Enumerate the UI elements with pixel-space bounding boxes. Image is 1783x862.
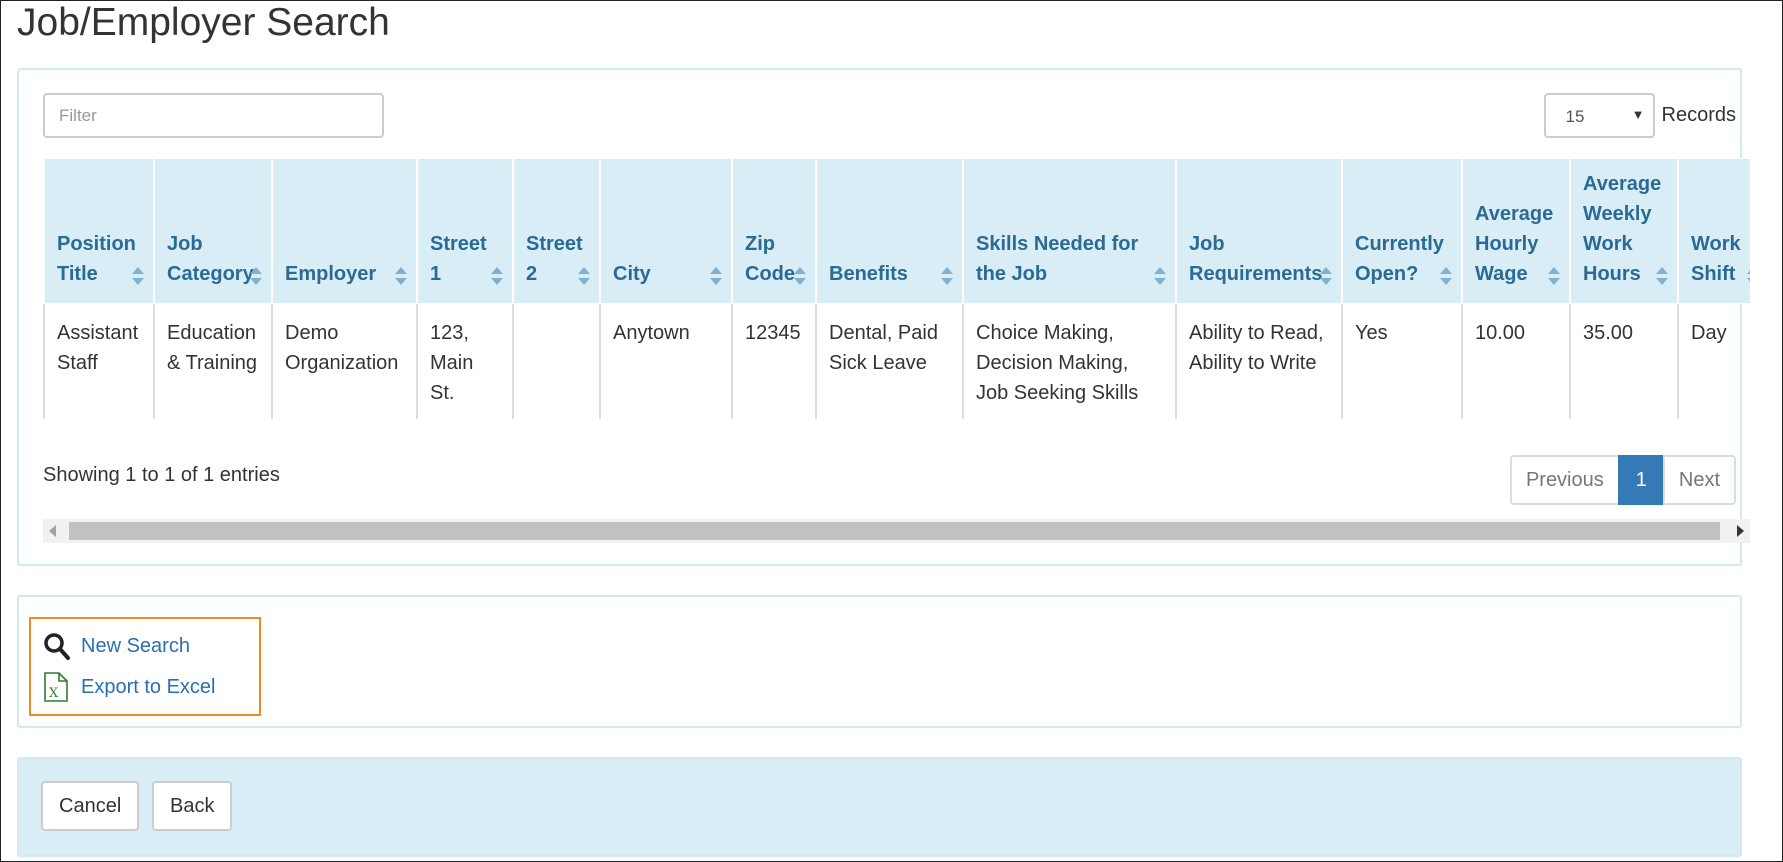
- excel-file-icon: X: [43, 672, 71, 702]
- table-header-row: Position Title Job Category Employer Str…: [43, 158, 1750, 304]
- column-header-average-weekly-work-hours[interactable]: Average Weekly Work Hours: [1569, 158, 1679, 304]
- chevron-down-icon: ▼: [1631, 107, 1645, 122]
- table-cell: Day: [1677, 303, 1750, 419]
- sort-icon: [794, 267, 806, 285]
- column-header-street-1[interactable]: Street 1: [416, 158, 514, 304]
- table-cell: [512, 303, 601, 419]
- table-cell: Assistant Staff: [43, 303, 155, 419]
- pagination: Previous 1 Next: [1509, 455, 1736, 505]
- column-header-zip-code[interactable]: Zip Code: [731, 158, 817, 304]
- sort-icon: [941, 267, 953, 285]
- sort-icon: [1746, 267, 1750, 285]
- table-cell: Yes: [1341, 303, 1463, 419]
- table-row: Assistant Staff Education & Training Dem…: [43, 303, 1750, 419]
- search-icon: [43, 631, 71, 661]
- new-search-label: New Search: [81, 634, 190, 657]
- sort-icon: [1656, 267, 1668, 285]
- sort-icon: [1320, 267, 1332, 285]
- table-cell: 12345: [731, 303, 817, 419]
- back-button[interactable]: Back: [152, 781, 233, 831]
- sort-icon: [1440, 267, 1452, 285]
- sort-icon: [710, 267, 722, 285]
- new-search-link[interactable]: New Search: [43, 631, 190, 661]
- column-header-city[interactable]: City: [599, 158, 733, 304]
- sort-icon: [132, 267, 144, 285]
- pagination-info: Showing 1 to 1 of 1 entries: [43, 464, 280, 486]
- column-header-job-requirements[interactable]: Job Requirements: [1175, 158, 1343, 304]
- sort-icon: [491, 267, 503, 285]
- svg-text:X: X: [49, 686, 59, 701]
- records-label: Records: [1661, 104, 1736, 126]
- column-header-benefits[interactable]: Benefits: [815, 158, 964, 304]
- page-1-button[interactable]: 1: [1617, 455, 1665, 505]
- scroll-right-icon[interactable]: [1737, 525, 1744, 537]
- column-header-skills-needed[interactable]: Skills Needed for the Job: [962, 158, 1177, 304]
- table-cell: Dental, Paid Sick Leave: [815, 303, 964, 419]
- table-cell: 35.00: [1569, 303, 1679, 419]
- sort-icon: [1154, 267, 1166, 285]
- results-table: Position Title Job Category Employer Str…: [43, 158, 1750, 419]
- table-cell: 10.00: [1461, 303, 1571, 419]
- horizontal-scrollbar[interactable]: [43, 519, 1750, 543]
- table-cell: Ability to Read, Ability to Write: [1175, 303, 1343, 419]
- page-title: Job/Employer Search: [17, 1, 390, 44]
- cancel-button[interactable]: Cancel: [41, 781, 140, 831]
- table-cell: Choice Making, Decision Making, Job Seek…: [962, 303, 1177, 419]
- column-header-work-shift[interactable]: Work Shift: [1677, 158, 1750, 304]
- column-header-job-category[interactable]: Job Category: [153, 158, 273, 304]
- previous-page-button[interactable]: Previous: [1509, 455, 1620, 505]
- results-table-wrapper: Position Title Job Category Employer Str…: [43, 158, 1750, 419]
- records-select-value: 15: [1565, 107, 1585, 126]
- table-cell: Demo Organization: [271, 303, 418, 419]
- table-cell: Education & Training: [153, 303, 273, 419]
- scrollbar-thumb[interactable]: [69, 522, 1720, 540]
- column-header-currently-open[interactable]: Currently Open?: [1341, 158, 1463, 304]
- column-header-street-2[interactable]: Street 2: [512, 158, 601, 304]
- table-cell: 123, Main St.: [416, 303, 514, 419]
- actions-panel: New Search X Export to Excel: [17, 595, 1742, 728]
- column-header-average-hourly-wage[interactable]: Average Hourly Wage: [1461, 158, 1571, 304]
- scroll-left-icon[interactable]: [49, 525, 56, 537]
- records-control: 15 ▼ Records: [1543, 93, 1736, 138]
- export-to-excel-link[interactable]: X Export to Excel: [43, 672, 216, 702]
- sort-icon: [1548, 267, 1560, 285]
- sort-icon: [395, 267, 407, 285]
- filter-input[interactable]: [43, 93, 384, 138]
- actions-box: New Search X Export to Excel: [29, 617, 261, 716]
- sort-icon: [578, 267, 590, 285]
- column-header-position-title[interactable]: Position Title: [43, 158, 155, 304]
- footer-panel: Cancel Back: [17, 757, 1742, 857]
- column-header-employer[interactable]: Employer: [271, 158, 418, 304]
- export-to-excel-label: Export to Excel: [81, 675, 216, 698]
- records-per-page-select[interactable]: 15 ▼: [1543, 93, 1655, 138]
- sort-icon: [250, 267, 262, 285]
- results-panel: 15 ▼ Records Position Title Job Category…: [17, 68, 1750, 566]
- next-page-button[interactable]: Next: [1662, 455, 1736, 505]
- table-cell: Anytown: [599, 303, 733, 419]
